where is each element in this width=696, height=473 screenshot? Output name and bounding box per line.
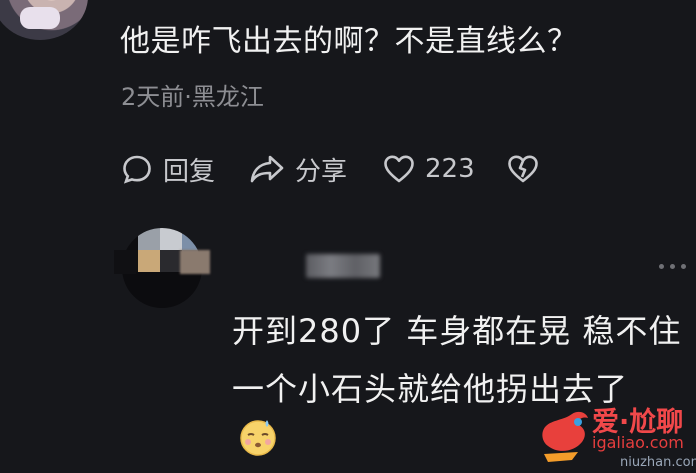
comment-bubble-icon [121, 153, 153, 185]
reply-line-1: 开到280了 车身都在晃 稳不住 [232, 312, 682, 350]
watermark-subdomain: niuzhan.com [620, 455, 696, 470]
comment-text: 他是咋飞出去的啊？不是直线么？ [120, 24, 578, 59]
sleepy-face-emoji-icon [237, 416, 279, 458]
reply-button[interactable]: 回复 [121, 151, 215, 187]
like-count: 223 [425, 154, 475, 184]
reply-avatar-pixel [180, 250, 210, 274]
like-button[interactable]: 223 [383, 151, 475, 187]
reply-avatar-pixel [114, 250, 136, 274]
dislike-button[interactable] [507, 151, 539, 187]
share-label: 分享 [295, 156, 348, 187]
comment-meta: 2天前·黑龙江 [121, 83, 264, 111]
comment-author-avatar[interactable] [0, 0, 88, 40]
more-dots-icon[interactable] [659, 264, 686, 269]
share-arrow-icon [249, 153, 285, 185]
reply-author-name-redacted[interactable] [306, 254, 380, 278]
watermark-url: igaliao.com [592, 433, 684, 452]
watermark-logo: 爱·尬聊 igaliao.com niuzhan.com [534, 396, 696, 473]
share-button[interactable]: 分享 [249, 151, 347, 187]
heart-icon [383, 154, 415, 184]
broken-heart-icon [507, 154, 539, 184]
reply-label: 回复 [163, 156, 216, 187]
